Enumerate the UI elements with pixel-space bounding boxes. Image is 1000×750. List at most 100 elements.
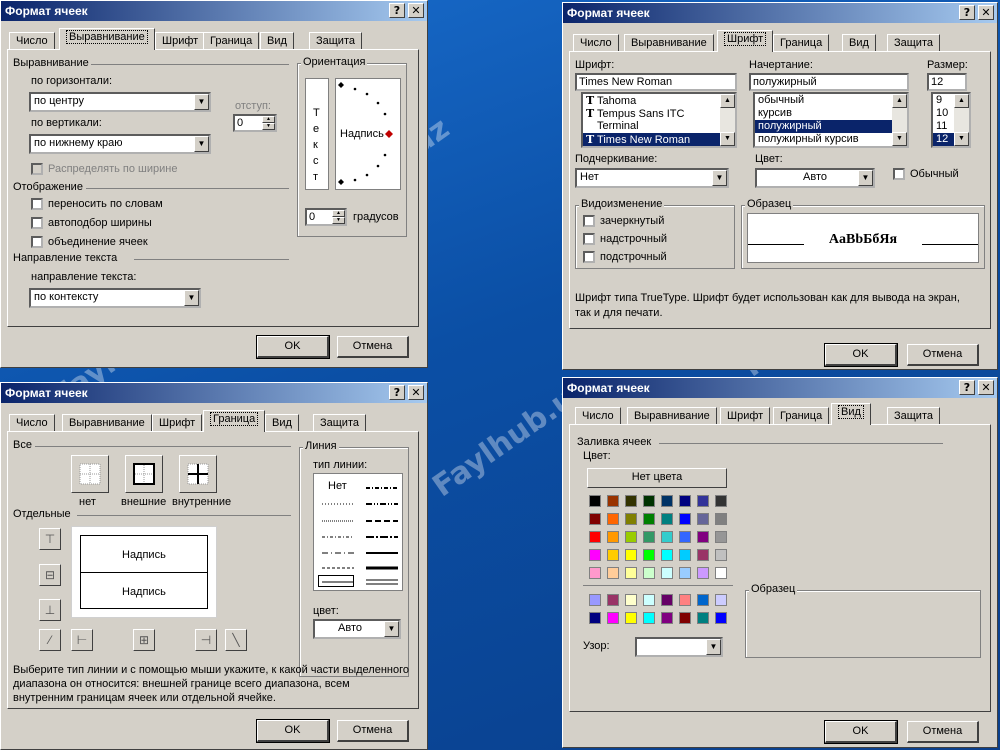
vertical-text-box[interactable]: Текст	[305, 78, 329, 190]
color-swatch[interactable]	[607, 513, 619, 525]
preset-none-button[interactable]	[71, 455, 109, 493]
color-swatch[interactable]	[679, 567, 691, 579]
ok-button[interactable]: OK	[256, 719, 330, 743]
tab-protection[interactable]: Защита	[887, 407, 940, 425]
color-swatch[interactable]	[715, 594, 727, 606]
close-button[interactable]: ✕	[978, 380, 994, 395]
color-swatch[interactable]	[607, 612, 619, 624]
list-item[interactable]: Terminal	[583, 120, 735, 133]
border-middle-button[interactable]: ⊟	[39, 564, 61, 586]
size-input[interactable]: 12	[927, 73, 967, 91]
tab-font[interactable]: Шрифт	[717, 30, 774, 52]
tab-border[interactable]: Граница	[203, 32, 260, 50]
color-swatch[interactable]	[661, 531, 673, 543]
tab-view[interactable]: Вид	[831, 403, 871, 425]
border-top-button[interactable]: ⊤	[39, 528, 61, 550]
preset-outline-button[interactable]	[125, 455, 163, 493]
color-swatch[interactable]	[625, 612, 637, 624]
color-swatch[interactable]	[715, 495, 727, 507]
tab-font[interactable]: Шрифт	[152, 414, 203, 432]
help-button[interactable]: ?	[959, 5, 975, 20]
list-item[interactable]: полужирный курсив	[755, 133, 907, 146]
color-swatch[interactable]	[697, 531, 709, 543]
spin-down-icon[interactable]: ▼	[262, 123, 275, 130]
color-swatch[interactable]	[697, 594, 709, 606]
tab-font[interactable]: Шрифт	[720, 407, 771, 425]
scrollbar[interactable]: ▲ ▼	[954, 94, 969, 146]
color-swatch[interactable]	[643, 549, 655, 561]
ok-button[interactable]: OK	[824, 343, 898, 367]
border-center-button[interactable]: ⊞	[133, 629, 155, 651]
tab-alignment[interactable]: Выравнивание	[62, 414, 152, 432]
border-diagonal-up-button[interactable]: ⁄	[39, 629, 61, 651]
tab-view[interactable]: Вид	[842, 34, 876, 52]
list-item-selected[interactable]: T Times New Roman	[583, 133, 735, 146]
color-swatch[interactable]	[589, 594, 601, 606]
shrink-to-fit-checkbox[interactable]: автоподбор ширины	[31, 217, 152, 229]
color-swatch[interactable]	[715, 513, 727, 525]
color-swatch[interactable]	[625, 513, 637, 525]
list-item[interactable]: T Tempus Sans ITC	[583, 107, 735, 120]
border-bottom-button[interactable]: ⊥	[39, 599, 61, 621]
color-swatch[interactable]	[607, 495, 619, 507]
tab-number[interactable]: Число	[9, 414, 55, 432]
tab-protection[interactable]: Защита	[887, 34, 940, 52]
border-preview[interactable]: Надпись Надпись	[71, 526, 217, 618]
color-swatch[interactable]	[661, 612, 673, 624]
border-right-button[interactable]: ⊣	[195, 629, 217, 651]
color-swatch[interactable]	[643, 513, 655, 525]
font-input[interactable]: Times New Roman	[575, 73, 737, 91]
spin-up-icon[interactable]: ▲	[262, 116, 275, 123]
subscript-checkbox[interactable]: подстрочный	[583, 251, 667, 263]
scrollbar[interactable]: ▲ ▼	[892, 94, 907, 146]
color-swatch[interactable]	[679, 612, 691, 624]
color-swatch[interactable]	[715, 567, 727, 579]
text-direction-select[interactable]: по контексту ▼	[29, 288, 201, 308]
distribute-checkbox[interactable]: Распределять по ширине	[31, 163, 177, 175]
color-swatch[interactable]	[607, 531, 619, 543]
color-swatch[interactable]	[643, 612, 655, 624]
color-swatch[interactable]	[715, 531, 727, 543]
color-swatch[interactable]	[607, 594, 619, 606]
color-swatch[interactable]	[661, 567, 673, 579]
tab-view[interactable]: Вид	[265, 414, 299, 432]
help-button[interactable]: ?	[389, 385, 405, 400]
border-left-button[interactable]: ⊢	[71, 629, 93, 651]
color-swatch[interactable]	[661, 495, 673, 507]
color-swatch[interactable]	[661, 594, 673, 606]
color-swatch[interactable]	[679, 594, 691, 606]
horizontal-select[interactable]: по центру ▼	[29, 92, 211, 112]
color-swatch[interactable]	[661, 513, 673, 525]
color-swatch[interactable]	[697, 513, 709, 525]
tab-alignment[interactable]: Выравнивание	[624, 34, 714, 52]
help-button[interactable]: ?	[959, 380, 975, 395]
color-swatch[interactable]	[589, 513, 601, 525]
list-item[interactable]: обычный	[755, 94, 907, 107]
strikethrough-checkbox[interactable]: зачеркнутый	[583, 215, 664, 227]
no-color-button[interactable]: Нет цвета	[587, 468, 727, 488]
style-input[interactable]: полужирный	[749, 73, 909, 91]
wrap-text-checkbox[interactable]: переносить по словам	[31, 198, 163, 210]
preset-inside-button[interactable]	[179, 455, 217, 493]
cancel-button[interactable]: Отмена	[907, 721, 979, 743]
color-swatch[interactable]	[661, 549, 673, 561]
color-swatch[interactable]	[625, 594, 637, 606]
degrees-spinner[interactable]: 0 ▲ ▼	[305, 208, 347, 226]
color-swatch[interactable]	[625, 495, 637, 507]
indent-spinner[interactable]: 0 ▲ ▼	[233, 114, 277, 132]
color-swatch[interactable]	[643, 594, 655, 606]
color-swatch[interactable]	[697, 612, 709, 624]
color-swatch[interactable]	[607, 549, 619, 561]
color-swatch[interactable]	[679, 531, 691, 543]
orientation-dial[interactable]: Надпись	[335, 78, 401, 190]
color-swatch[interactable]	[697, 549, 709, 561]
border-diagonal-down-button[interactable]: ╲	[225, 629, 247, 651]
color-swatch[interactable]	[625, 549, 637, 561]
color-swatch[interactable]	[643, 495, 655, 507]
color-select[interactable]: Авто ▼	[755, 168, 875, 188]
font-list[interactable]: T Tahoma T Tempus Sans ITC Terminal T Ti…	[581, 92, 737, 148]
close-button[interactable]: ✕	[408, 3, 424, 18]
style-list[interactable]: обычный курсив полужирный полужирный кур…	[753, 92, 909, 148]
pattern-select[interactable]: ▼	[635, 637, 723, 657]
color-swatch[interactable]	[697, 495, 709, 507]
